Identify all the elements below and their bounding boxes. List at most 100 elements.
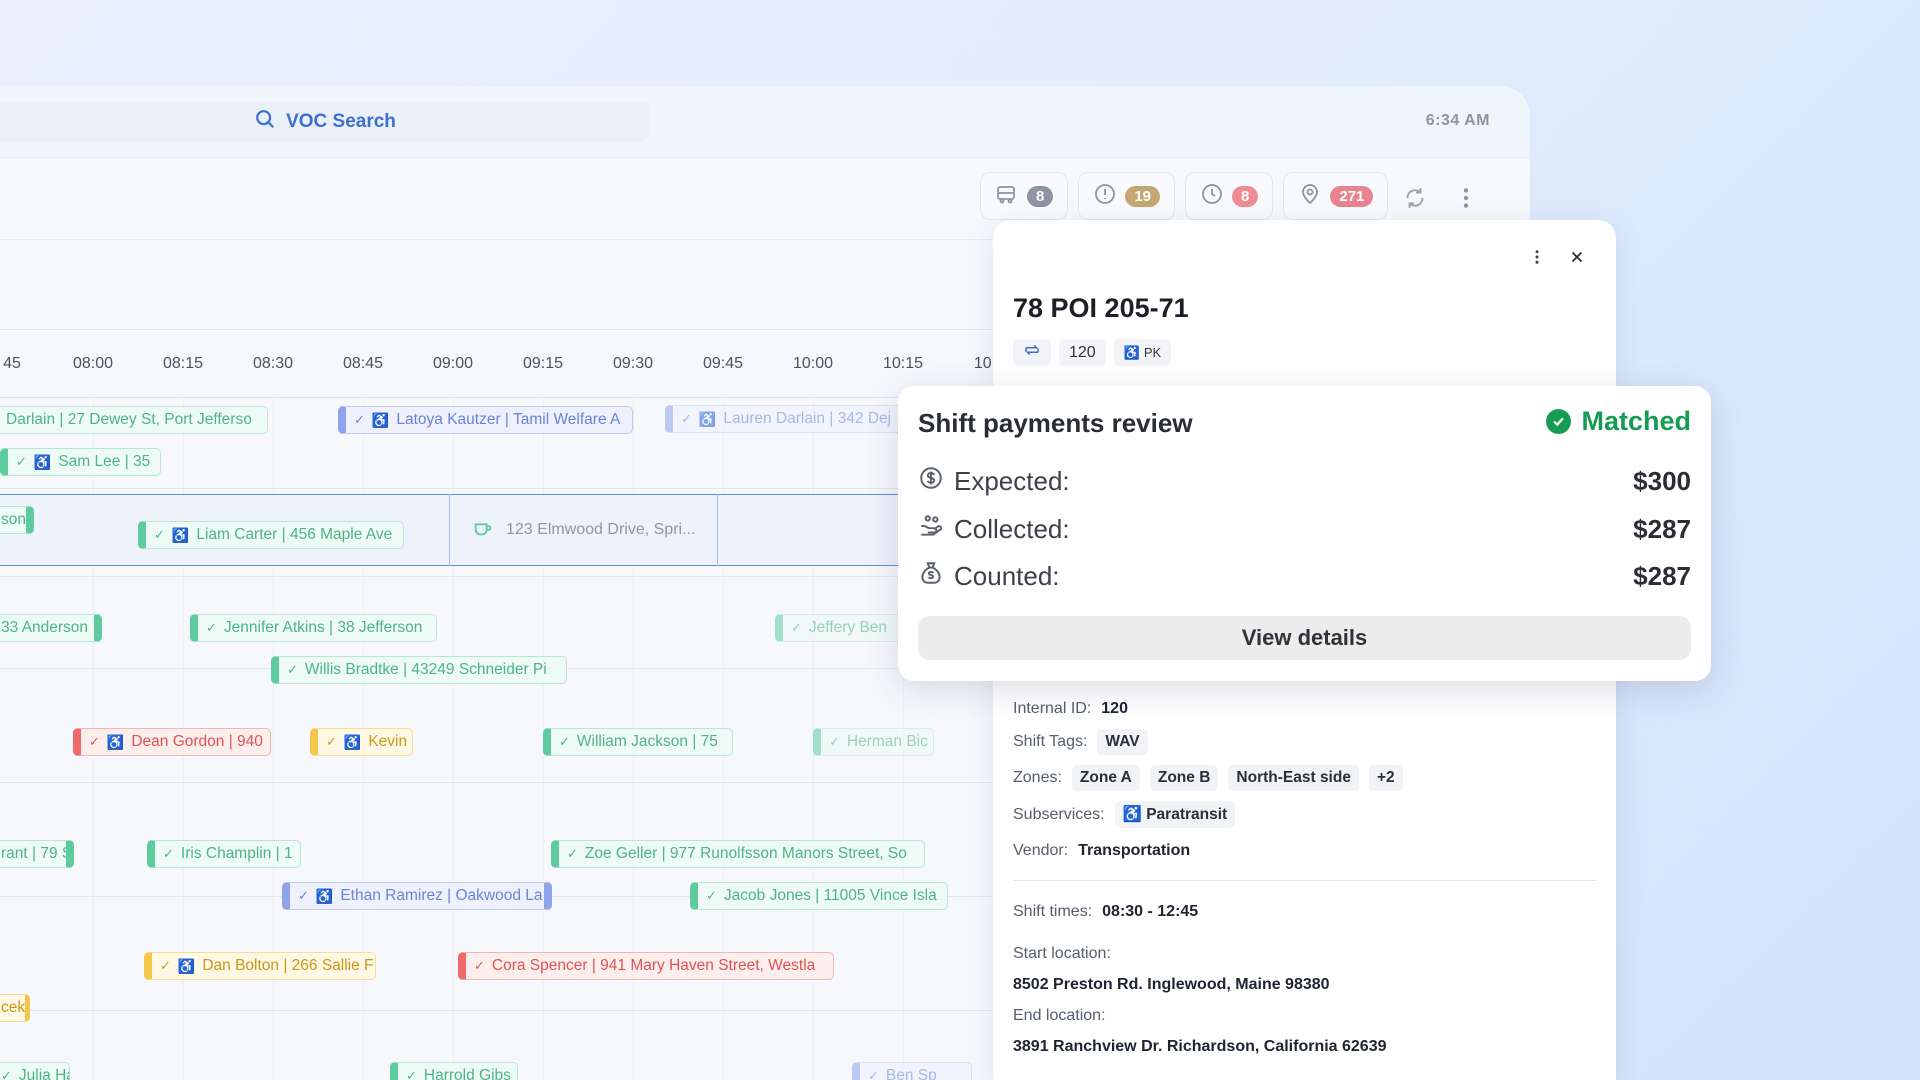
trip-chip[interactable]: rant | 79 S: [0, 840, 74, 868]
stat-alerts[interactable]: 19: [1078, 172, 1176, 220]
trip-chip[interactable]: ✓ Ben Sp: [852, 1062, 972, 1080]
trip-chip[interactable]: ✓ William Jackson | 75: [543, 728, 733, 756]
time-tick: 08:00: [72, 355, 114, 372]
trip-chip-label: son (: [1, 511, 34, 528]
check-icon: ✓: [706, 888, 717, 903]
trip-chip[interactable]: ✓ Herman Bic: [813, 728, 934, 756]
check-icon: ✓: [1, 1068, 12, 1080]
more-vertical-icon[interactable]: [1526, 246, 1548, 268]
location-icon: [1298, 182, 1322, 211]
payment-value: $287: [1633, 560, 1691, 591]
trip-chip-label: 33 Anderson: [1, 619, 89, 636]
trip-chip-label: Ethan Ramirez | Oakwood La: [340, 887, 543, 904]
trip-chip-label: Lauren Darlain | 342 Dej: [723, 410, 892, 427]
trip-chip[interactable]: ✓ Jacob Jones | 11005 Vince Isla: [690, 882, 948, 910]
check-icon: ✓: [89, 734, 100, 749]
shift-times-label: Shift times:: [1013, 903, 1093, 920]
trip-chip-label: Ben Sp: [885, 1067, 937, 1080]
trip-chip[interactable]: ✓ ♿ Liam Carter | 456 Maple Ave: [138, 521, 404, 549]
zone-badge: Zone A: [1071, 765, 1140, 791]
trip-chip[interactable]: ✓ Harrold Gibs: [390, 1062, 518, 1080]
trip-chip[interactable]: ✓ ♿ Kevin: [310, 728, 413, 756]
stat-late[interactable]: 8: [1185, 172, 1274, 220]
trip-chip-label: Jeffery Ben: [808, 619, 888, 636]
time-tick: 08:45: [342, 355, 384, 372]
payment-label: Collected:: [954, 513, 1070, 544]
voc-search-button[interactable]: VOC Search: [0, 102, 650, 142]
money-bag-icon: [918, 560, 944, 593]
stat-count: 8: [1232, 185, 1259, 207]
subservice-value: Paratransit: [1146, 806, 1228, 823]
trip-chip-label: Liam Carter | 456 Maple Ave: [196, 526, 393, 543]
check-icon: ✓: [326, 734, 337, 749]
zone-badge: Zone B: [1149, 765, 1219, 791]
trip-chip[interactable]: ✓ Cora Spencer | 941 Mary Haven Street, W…: [458, 952, 834, 980]
trip-chip[interactable]: ✓ Jennifer Atkins | 38 Jefferson: [190, 614, 437, 642]
shift-payments-card: Shift payments review Matched Expected: …: [898, 386, 1711, 681]
status-label: Matched: [1581, 406, 1691, 436]
more-vertical-icon[interactable]: [1451, 183, 1481, 213]
vendor-label: Vendor:: [1013, 842, 1069, 859]
stat-vehicles[interactable]: 8: [980, 172, 1069, 220]
end-location-label: End location:: [1013, 1007, 1106, 1024]
trip-chip-label: rant | 79 S: [1, 845, 73, 862]
payment-row-collected: Collected: $287: [918, 509, 1691, 549]
trip-chip[interactable]: ✓ Iris Champlin | 1: [147, 840, 301, 868]
internal-id-value: 120: [1101, 700, 1128, 717]
search-label: VOC Search: [286, 111, 396, 132]
break-block[interactable]: 123 Elmwood Drive, Spri...: [449, 494, 718, 566]
trip-chip[interactable]: ✓ ♿ Lauren Darlain | 342 Dej: [665, 405, 910, 433]
search-icon: [254, 108, 276, 136]
check-circle-icon: [1546, 409, 1572, 434]
wheelchair-tag: ♿ PK: [1113, 339, 1172, 366]
check-icon: ✓: [567, 846, 578, 861]
zones-more-badge[interactable]: +2: [1368, 765, 1403, 791]
check-icon: ✓: [868, 1068, 879, 1080]
alert-icon: [1093, 182, 1117, 211]
trip-chip[interactable]: son (: [0, 506, 34, 534]
trip-chip[interactable]: 33 Anderson: [0, 614, 102, 642]
trip-chip[interactable]: ✓ Julia Ha: [0, 1062, 70, 1080]
subservices-row: Subservices: ♿ Paratransit: [1013, 801, 1236, 828]
trip-chip[interactable]: ✓ Zoe Geller | 977 Runolfsson Manors Stre…: [551, 840, 925, 868]
trip-chip[interactable]: ✓ ♿ Latoya Kautzer | Tamil Welfare A: [338, 406, 633, 434]
payment-value: $287: [1633, 513, 1691, 544]
bus-icon: [995, 182, 1019, 211]
check-icon: ✓: [206, 620, 217, 635]
trip-chip[interactable]: ✓ Jeffery Ben: [775, 614, 910, 642]
trip-chip[interactable]: cek: [0, 994, 30, 1022]
trip-chip-label: Darlain | 27 Dewey St, Port Jefferso: [6, 411, 252, 428]
end-location-value: 3891 Ranchview Dr. Richardson, Californi…: [1013, 1038, 1387, 1055]
close-icon[interactable]: [1566, 246, 1588, 268]
stat-count: 8: [1027, 185, 1054, 207]
id-tag: 120: [1059, 339, 1106, 366]
wheelchair-icon: ♿: [171, 526, 190, 543]
trip-chip[interactable]: ✓ ♿ Dan Bolton | 266 Sallie F: [144, 952, 376, 980]
refresh-icon[interactable]: [1400, 183, 1430, 213]
hand-coins-icon: [918, 513, 944, 546]
check-icon: ✓: [16, 454, 27, 469]
trip-chip[interactable]: ✓ ♿ Sam Lee | 35: [0, 448, 161, 476]
trip-chip[interactable]: Darlain | 27 Dewey St, Port Jefferso: [0, 406, 268, 434]
view-details-button[interactable]: View details: [918, 616, 1691, 660]
check-icon: ✓: [354, 412, 365, 427]
wheelchair-icon: ♿: [33, 453, 52, 470]
check-icon: ✓: [559, 734, 570, 749]
trip-chip-label: cek: [1, 999, 26, 1016]
trip-chip[interactable]: ✓ ♿ Dean Gordon | 940: [73, 728, 271, 756]
payment-row-counted: Counted: $287: [918, 556, 1691, 596]
wheelchair-icon: ♿: [343, 733, 362, 750]
break-block-label: 123 Elmwood Drive, Spri...: [506, 521, 696, 538]
repeat-icon: [1023, 341, 1041, 364]
zones-label: Zones:: [1013, 769, 1062, 786]
time-tick: 45: [3, 355, 21, 372]
trip-chip-label: Zoe Geller | 977 Runolfsson Manors Stree…: [584, 845, 907, 862]
trip-chip[interactable]: ✓ ♿ Ethan Ramirez | Oakwood La: [282, 882, 552, 910]
trip-chip[interactable]: ✓ Willis Bradtke | 43249 Schneider Pi: [271, 656, 567, 684]
stat-locations[interactable]: 271: [1283, 172, 1389, 220]
vehicle-id: 78 POI 205-71: [1013, 293, 1189, 323]
shift-times-row: Shift times: 08:30 - 12:45: [1013, 903, 1198, 921]
card-title: Shift payments review: [918, 408, 1193, 438]
shift-tags-label: Shift Tags:: [1013, 733, 1088, 750]
wheelchair-icon: ♿: [106, 733, 125, 750]
